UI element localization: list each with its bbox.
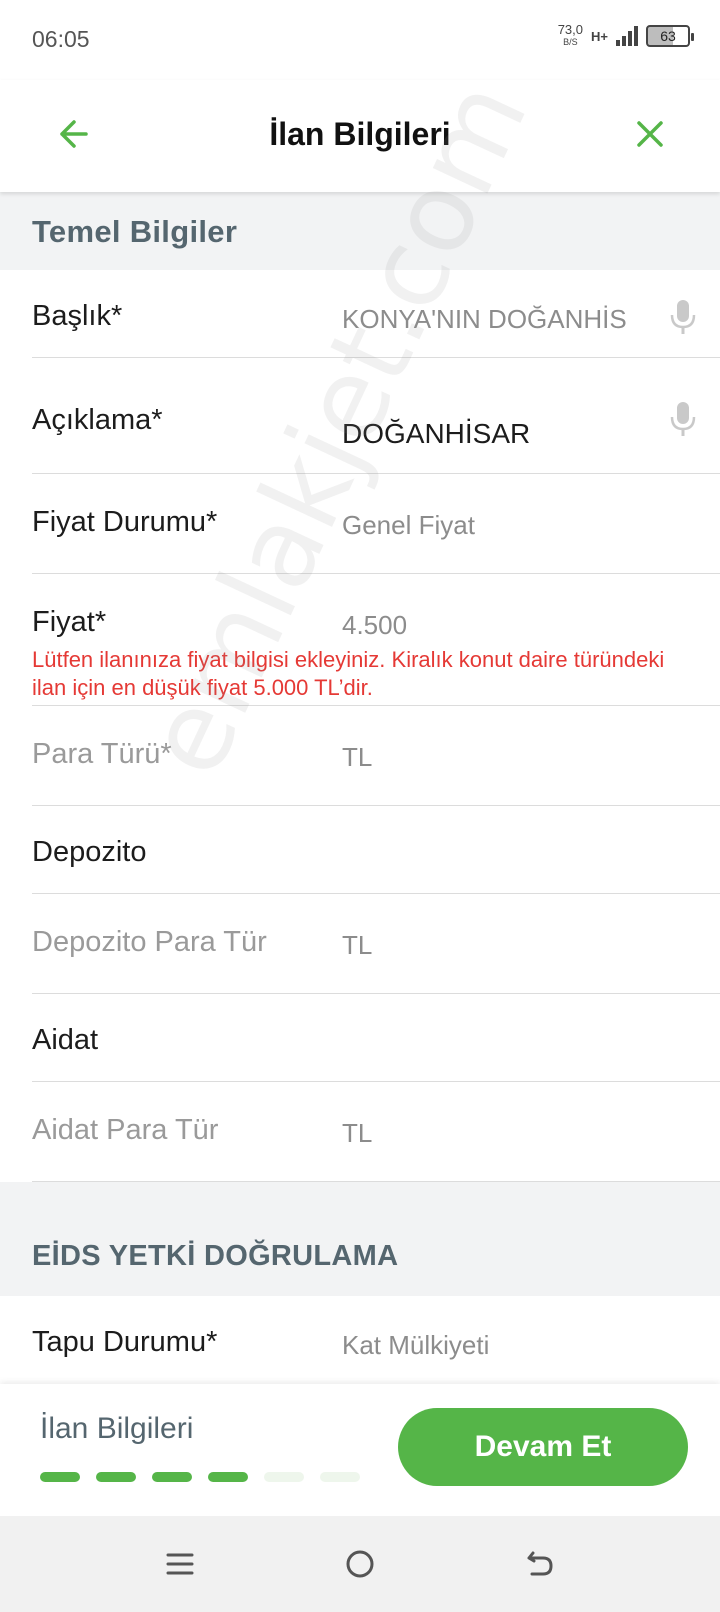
- price-input[interactable]: 4.500: [342, 610, 407, 641]
- field-deposit[interactable]: Depozito: [0, 806, 720, 894]
- field-label: Aidat: [32, 1024, 99, 1056]
- page-title: İlan Bilgileri: [269, 116, 451, 152]
- status-time: 06:05: [32, 26, 90, 52]
- app-header: İlan Bilgileri: [0, 80, 720, 192]
- nav-home-button[interactable]: [338, 1542, 382, 1586]
- menu-icon: [166, 1553, 194, 1575]
- system-nav-bar: [0, 1516, 720, 1612]
- network-speed-unit: B/S: [563, 37, 578, 47]
- microphone-icon[interactable]: [668, 400, 698, 438]
- field-dues-currency: Aidat Para Tür TL: [0, 1082, 720, 1182]
- step-progress: [40, 1472, 360, 1482]
- step-panel: İlan Bilgileri Devam Et: [0, 1384, 720, 1516]
- step-indicator: [152, 1472, 192, 1482]
- step-indicator: [40, 1472, 80, 1482]
- step-indicator: [320, 1472, 360, 1482]
- field-deposit-currency: Depozito Para Tür TL: [0, 894, 720, 994]
- field-label: Tapu Durumu*: [32, 1326, 218, 1358]
- field-deed-status[interactable]: Tapu Durumu* Kat Mülkiyeti: [0, 1296, 720, 1396]
- close-button[interactable]: [626, 110, 674, 158]
- status-bar: 06:05 73,0 B/S H+ 63: [0, 0, 720, 80]
- field-label: Aidat Para Tür: [32, 1114, 219, 1146]
- field-label: Başlık*: [32, 300, 123, 332]
- description-input[interactable]: DOĞANHİSAR: [342, 418, 652, 458]
- deposit-currency-value: TL: [342, 930, 373, 960]
- step-indicator: [264, 1472, 304, 1482]
- field-label: Fiyat Durumu*: [32, 506, 218, 538]
- continue-button[interactable]: Devam Et: [398, 1408, 688, 1486]
- nav-back-button[interactable]: [518, 1542, 562, 1586]
- back-arrow-icon: [527, 1551, 553, 1576]
- field-label: Fiyat*: [32, 606, 107, 638]
- field-label: Para Türü*: [32, 738, 172, 770]
- battery-icon: 63: [646, 25, 694, 47]
- microphone-icon[interactable]: [668, 298, 698, 336]
- section-title: EİDS YETKİ DOĞRULAMA: [32, 1240, 399, 1272]
- dues-currency-value: TL: [342, 1118, 373, 1148]
- network-speed: 73,0 B/S: [557, 22, 584, 48]
- battery-level: 63: [660, 28, 676, 44]
- section-basic-info: Temel Bilgiler: [0, 192, 720, 270]
- field-label: Depozito Para Tür: [32, 926, 267, 958]
- field-dues[interactable]: Aidat: [0, 994, 720, 1082]
- step-indicator: [208, 1472, 248, 1482]
- step-indicator: [96, 1472, 136, 1482]
- section-eids: EİDS YETKİ DOĞRULAMA: [0, 1182, 720, 1296]
- section-title: Temel Bilgiler: [32, 214, 238, 249]
- signal-icon: [616, 26, 638, 46]
- current-step-label: İlan Bilgileri: [40, 1412, 194, 1445]
- field-description[interactable]: Açıklama* DOĞANHİSAR: [0, 358, 720, 474]
- price-status-select[interactable]: Genel Fiyat: [342, 510, 475, 541]
- field-label: Açıklama*: [32, 404, 163, 436]
- title-input[interactable]: KONYA'NIN DOĞANHİS: [342, 304, 652, 335]
- close-icon: [637, 121, 663, 147]
- home-circle-icon: [346, 1550, 374, 1578]
- field-price[interactable]: Fiyat* 4.500 Lütfen ilanınıza fiyat bilg…: [0, 574, 720, 706]
- field-title[interactable]: Başlık* KONYA'NIN DOĞANHİS: [0, 270, 720, 358]
- price-error-message: Lütfen ilanınıza fiyat bilgisi ekleyiniz…: [32, 647, 665, 700]
- deed-status-select[interactable]: Kat Mülkiyeti: [342, 1330, 489, 1361]
- field-currency: Para Türü* TL: [0, 706, 720, 806]
- field-price-status[interactable]: Fiyat Durumu* Genel Fiyat: [0, 474, 720, 574]
- nav-menu-button[interactable]: [158, 1542, 202, 1586]
- status-icons: 73,0 B/S H+ 63: [557, 22, 694, 48]
- network-speed-value: 73,0: [557, 22, 584, 37]
- network-type: H+: [591, 28, 608, 44]
- currency-value: TL: [342, 742, 373, 772]
- field-label: Depozito: [32, 836, 147, 868]
